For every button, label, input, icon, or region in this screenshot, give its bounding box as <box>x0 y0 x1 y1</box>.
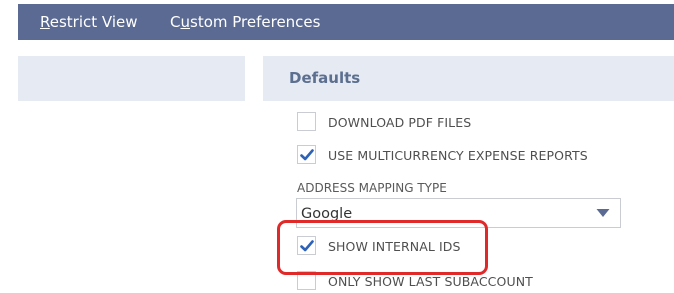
download-pdf-checkbox[interactable] <box>297 112 316 131</box>
defaults-title: Defaults <box>289 69 361 87</box>
defaults-section-header: Defaults <box>263 56 674 101</box>
download-pdf-label: DOWNLOAD PDF FILES <box>328 115 472 130</box>
tab-restrict-view-accesskey: R <box>40 13 50 31</box>
multicurrency-checkbox[interactable] <box>297 145 316 164</box>
highlight-annotation <box>277 220 488 275</box>
left-section-panel <box>18 56 245 101</box>
multicurrency-label: USE MULTICURRENCY EXPENSE REPORTS <box>328 148 588 163</box>
tab-restrict-view-label: estrict View <box>49 13 138 31</box>
address-mapping-label: ADDRESS MAPPING TYPE <box>297 181 447 195</box>
tab-custom-preferences-prefix: C <box>170 13 181 31</box>
tab-custom-preferences-accesskey: u <box>180 13 190 31</box>
caret-down-icon[interactable] <box>596 208 610 218</box>
top-tab-bar: Restrict View Custom Preferences <box>18 4 674 40</box>
checkmark-icon <box>300 149 314 161</box>
tab-custom-preferences-label: stom Preferences <box>190 13 321 31</box>
tab-custom-preferences[interactable]: Custom Preferences <box>170 4 320 40</box>
tab-restrict-view[interactable]: Restrict View <box>40 4 138 40</box>
